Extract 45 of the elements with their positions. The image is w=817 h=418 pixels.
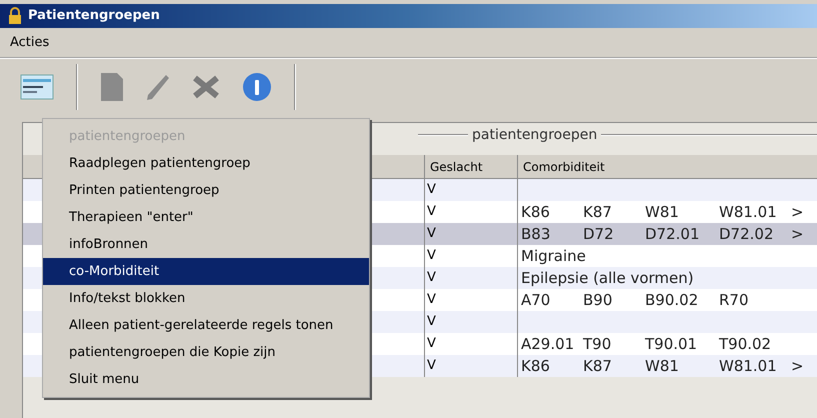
- table-cell: T90.02: [719, 334, 772, 353]
- table-cell: W81.01: [719, 202, 777, 221]
- table-cell: W81: [645, 356, 679, 375]
- table-cell: K86: [521, 202, 550, 221]
- table-cell: K86: [521, 356, 550, 375]
- column-header[interactable]: Comorbiditeit: [518, 155, 817, 178]
- table-cell: A29.01: [521, 334, 574, 353]
- group-title: patientengroepen: [471, 126, 598, 144]
- table-cell-text: V: [427, 247, 436, 266]
- table-cell-text: V: [427, 357, 436, 376]
- table-cell-text: V: [427, 269, 436, 288]
- table-cell-text: Migraine: [521, 246, 586, 267]
- table-cell: T90.01: [645, 334, 698, 353]
- table-cell-text: V: [427, 335, 436, 354]
- menu-item[interactable]: Acties: [6, 32, 54, 52]
- more-indicator: >: [791, 224, 804, 245]
- menu-item[interactable]: co-Morbiditeit: [43, 258, 369, 285]
- table-cell: K87: [583, 202, 612, 221]
- table-cell: A70: [521, 290, 550, 309]
- table-cell: K87: [583, 356, 612, 375]
- table-cell: D72.01: [645, 224, 700, 243]
- table-cell: D72: [583, 224, 614, 243]
- table-cell-text: V: [427, 181, 436, 200]
- padlock-icon: [8, 7, 22, 25]
- more-indicator: >: [791, 202, 804, 223]
- table-cell: B90: [583, 290, 612, 309]
- table-cell: W81.01: [719, 356, 777, 375]
- table-cell: B83: [521, 224, 550, 243]
- table-cell: R70: [719, 290, 749, 309]
- table-cell-text: V: [427, 203, 436, 222]
- table-cell-text: Epilepsie (alle vormen): [521, 268, 694, 289]
- table-cell: D72.02: [719, 224, 774, 243]
- table-cell: W81: [645, 202, 679, 221]
- menu-item[interactable]: Printen patientengroep: [43, 177, 369, 204]
- table-cell: T90: [583, 334, 612, 353]
- menu-item[interactable]: Raadplegen patientengroep: [43, 150, 369, 177]
- table-cell-text: V: [427, 225, 436, 244]
- card-icon[interactable]: [20, 74, 54, 100]
- info-icon[interactable]: [242, 72, 272, 102]
- table-cell-text: V: [427, 313, 436, 332]
- table-cell-text: V: [427, 291, 436, 310]
- table-cell: B90.02: [645, 290, 698, 309]
- more-indicator: >: [791, 356, 804, 377]
- column-header[interactable]: Geslacht: [425, 155, 518, 178]
- window-title: Patientengroepen: [28, 7, 160, 26]
